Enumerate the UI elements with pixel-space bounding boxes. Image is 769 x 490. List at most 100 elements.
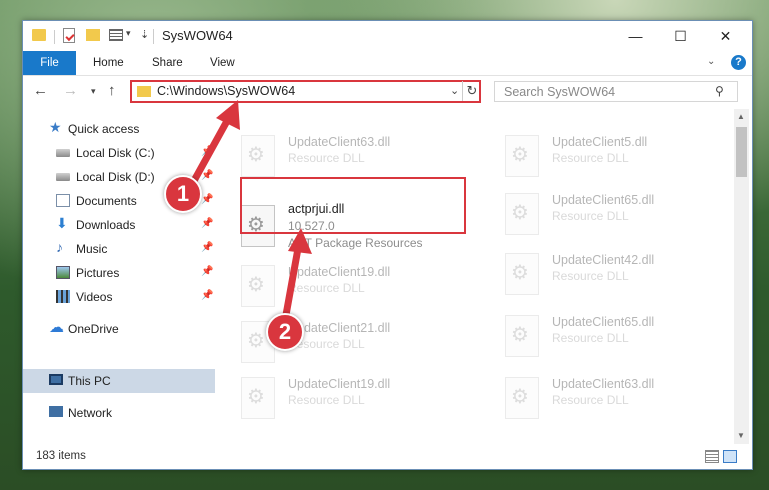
pc-icon: [49, 374, 63, 385]
sidebar-item-label: OneDrive: [68, 322, 119, 336]
tab-file[interactable]: File: [23, 51, 76, 75]
recent-locations-icon[interactable]: ▾: [91, 86, 96, 97]
list-item[interactable]: UpdateClient63.dll Resource DLL: [505, 371, 725, 421]
file-explorer-window: ▾ ⇣ SysWOW64 — ☐ ✕ File Home Share View …: [22, 20, 753, 470]
sidebar-item-local-disk-c[interactable]: Local Disk (C:) 📌: [23, 141, 215, 165]
sidebar-item-onedrive[interactable]: ☁ OneDrive: [23, 317, 215, 341]
file-name: UpdateClient65.dll: [552, 193, 655, 207]
sidebar-item-label: Music: [76, 242, 108, 256]
list-item[interactable]: UpdateClient65.dll Resource DLL: [505, 187, 725, 237]
step-1-badge: 1: [164, 175, 202, 213]
file-name: UpdateClient63.dll: [552, 377, 655, 391]
sidebar-item-quick-access[interactable]: ★ Quick access: [23, 117, 215, 141]
pin-icon[interactable]: 📌: [201, 266, 213, 277]
sidebar-item-network[interactable]: Network: [23, 401, 215, 425]
file-name: UpdateClient19.dll: [288, 265, 391, 279]
list-item[interactable]: UpdateClient19.dll Resource DLL: [241, 371, 461, 421]
refresh-icon[interactable]: ↻: [462, 81, 481, 101]
scroll-thumb[interactable]: [736, 127, 747, 177]
network-icon: [49, 406, 63, 417]
pin-icon[interactable]: 📌: [201, 194, 213, 205]
up-arrow-icon[interactable]: ↑: [108, 82, 116, 99]
dll-file-icon: [241, 377, 275, 419]
search-input[interactable]: Search SysWOW64 ⚲: [494, 81, 738, 102]
address-path[interactable]: C:\Windows\SysWOW64: [157, 84, 295, 98]
toolbar-divider: [54, 30, 55, 44]
onedrive-icon: ☁: [49, 319, 64, 336]
file-name: UpdateClient5.dll: [552, 135, 648, 149]
music-icon: ♪: [56, 239, 63, 255]
customize-quick-access-icon[interactable]: ⇣: [140, 28, 149, 46]
item-count: 183 items: [36, 450, 86, 462]
sidebar-item-label: Quick access: [68, 122, 140, 136]
search-icon[interactable]: ⚲: [715, 84, 724, 98]
scroll-down-icon[interactable]: ▼: [737, 431, 745, 440]
file-type: Resource DLL: [552, 209, 629, 223]
sidebar-item-label: This PC: [68, 374, 111, 388]
list-item[interactable]: UpdateClient63.dll Resource DLL: [241, 129, 461, 179]
sidebar-item-label: Downloads: [76, 218, 136, 232]
pin-icon[interactable]: 📌: [201, 290, 213, 301]
file-description: ACT Package Resources: [288, 236, 423, 250]
downloads-icon: ⬇: [56, 215, 68, 231]
file-type: Resource DLL: [552, 269, 629, 283]
sidebar-item-music[interactable]: ♪ Music 📌: [23, 237, 215, 261]
view-options-icon[interactable]: [109, 29, 123, 41]
sidebar-item-pictures[interactable]: Pictures 📌: [23, 261, 215, 285]
file-name: UpdateClient19.dll: [288, 377, 391, 391]
list-item[interactable]: UpdateClient5.dll Resource DLL: [505, 129, 725, 179]
pin-icon[interactable]: 📌: [201, 146, 213, 157]
documents-icon: [56, 194, 70, 207]
folder-icon: [137, 86, 151, 97]
sidebar-item-label: Local Disk (D:): [76, 170, 155, 184]
dll-file-icon: [505, 193, 539, 235]
title-divider: [153, 29, 154, 44]
tab-share[interactable]: Share: [152, 51, 183, 75]
sidebar-item-downloads[interactable]: ⬇ Downloads 📌: [23, 213, 215, 237]
file-name: UpdateClient65.dll: [552, 315, 655, 329]
dll-file-icon: [505, 253, 539, 295]
window-title: SysWOW64: [162, 28, 233, 43]
vertical-scrollbar[interactable]: ▲ ▼: [734, 109, 749, 444]
sidebar-item-videos[interactable]: Videos 📌: [23, 285, 215, 309]
list-item[interactable]: UpdateClient42.dll Resource DLL: [505, 247, 725, 297]
close-button[interactable]: ✕: [703, 21, 748, 51]
list-item[interactable]: UpdateClient19.dll Resource DLL: [241, 259, 461, 309]
file-name: UpdateClient42.dll: [552, 253, 655, 267]
minimize-button[interactable]: —: [613, 21, 658, 51]
tab-view[interactable]: View: [210, 51, 235, 75]
pin-icon[interactable]: 📌: [201, 242, 213, 253]
address-bar[interactable]: C:\Windows\SysWOW64 ⌄ ↻: [130, 80, 481, 103]
details-view-icon[interactable]: [705, 450, 719, 463]
chevron-down-icon[interactable]: ⌄: [450, 84, 459, 97]
help-icon[interactable]: ?: [731, 55, 746, 70]
maximize-button[interactable]: ☐: [658, 21, 703, 51]
pin-icon[interactable]: 📌: [201, 218, 213, 229]
search-placeholder: Search SysWOW64: [504, 85, 616, 99]
sidebar-item-label: Pictures: [76, 266, 120, 280]
dll-file-icon: [505, 377, 539, 419]
sidebar-item-this-pc[interactable]: This PC: [23, 369, 215, 393]
caret-down-icon[interactable]: ▾: [126, 28, 131, 46]
star-icon: ★: [49, 119, 62, 135]
chevron-down-icon[interactable]: ⌄: [707, 56, 715, 67]
navigation-pane: ★ Quick access Local Disk (C:) 📌 Local D…: [23, 109, 215, 444]
sidebar-item-label: Documents: [76, 194, 137, 208]
videos-icon: [56, 290, 70, 303]
drive-icon: [56, 149, 70, 157]
file-type: Resource DLL: [288, 393, 365, 407]
pictures-icon: [56, 266, 70, 279]
large-icons-view-icon[interactable]: [723, 450, 737, 463]
new-folder-icon[interactable]: [86, 29, 100, 41]
properties-icon[interactable]: [63, 28, 75, 43]
tab-home[interactable]: Home: [93, 51, 124, 75]
list-item[interactable]: UpdateClient65.dll Resource DLL: [505, 309, 725, 359]
scroll-up-icon[interactable]: ▲: [737, 112, 745, 121]
pin-icon[interactable]: 📌: [201, 170, 213, 181]
back-arrow-icon[interactable]: ←: [33, 82, 48, 99]
forward-arrow-icon[interactable]: →: [63, 82, 78, 99]
file-type: Resource DLL: [288, 281, 365, 295]
sidebar-item-label: Network: [68, 406, 113, 420]
file-type: Resource DLL: [552, 331, 629, 345]
dll-file-icon: [505, 135, 539, 177]
